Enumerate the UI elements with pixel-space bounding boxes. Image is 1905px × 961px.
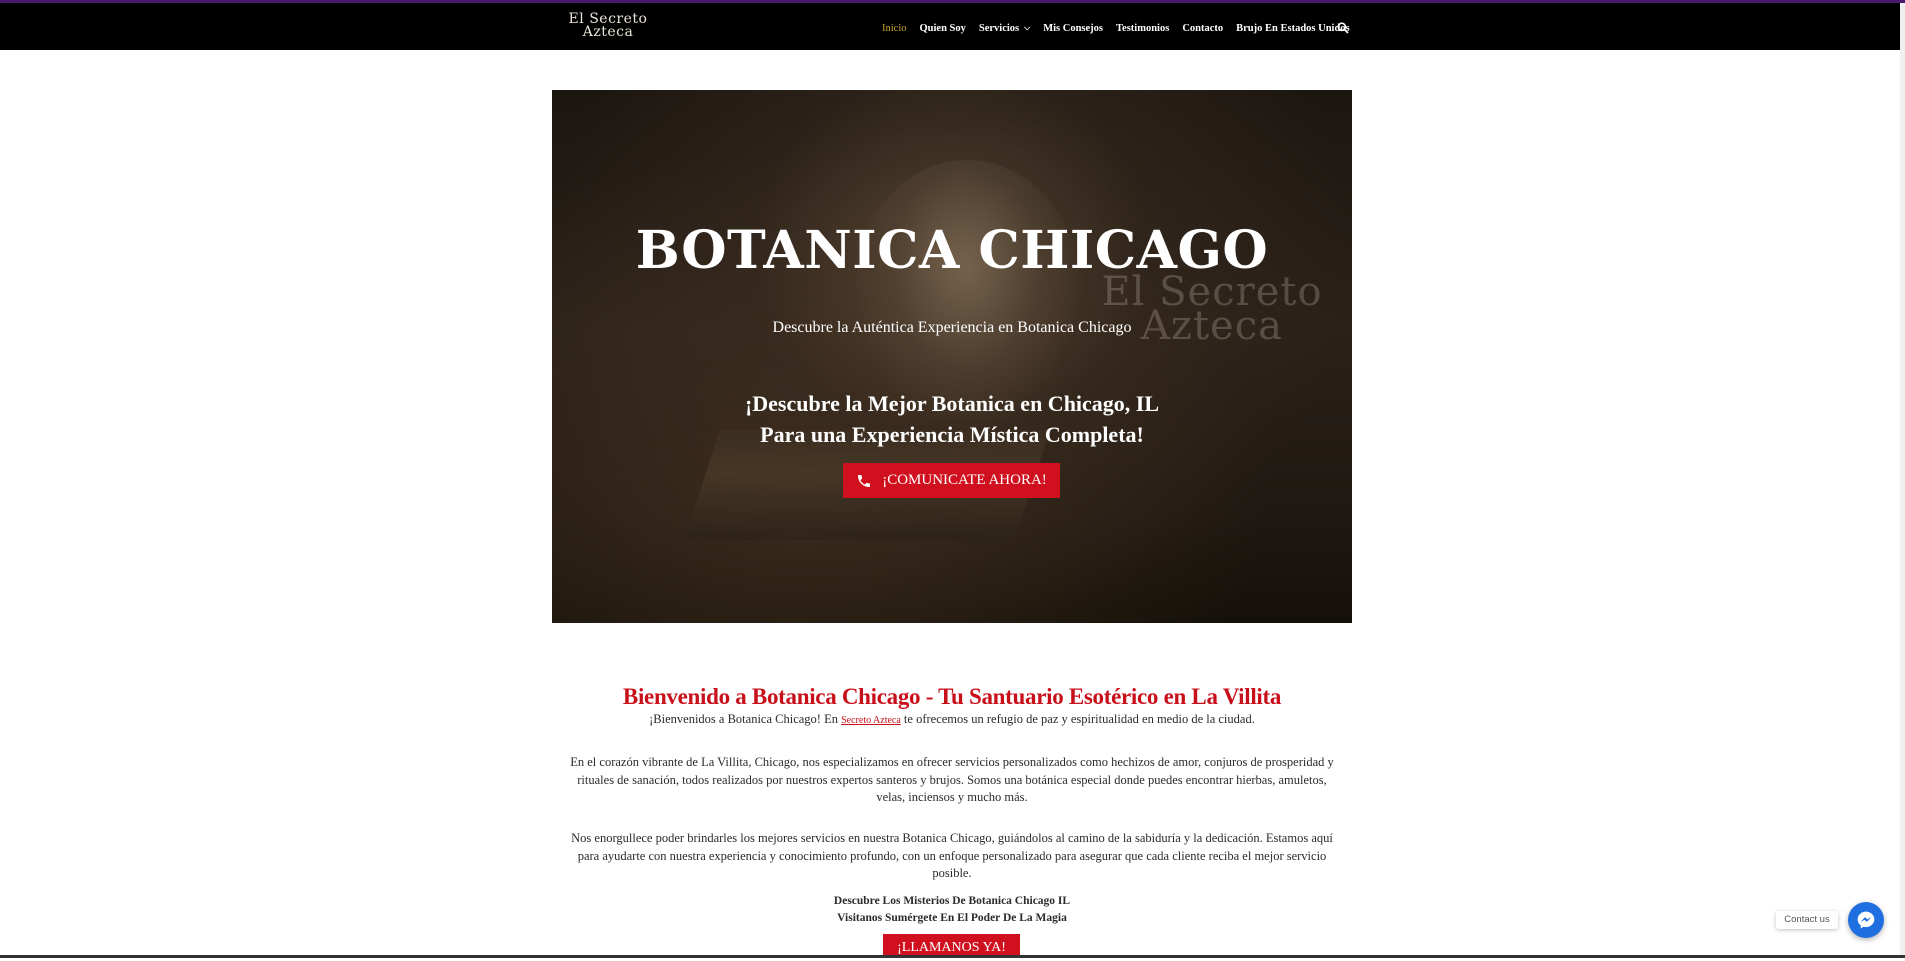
- contact-now-label: ¡COMUNICATE AHORA!: [882, 472, 1047, 488]
- welcome-paragraph-1: ¡Bienvenidos a Botanica Chicago! En Secr…: [570, 711, 1334, 730]
- hero-title: BOTANICA CHICAGO: [635, 220, 1269, 281]
- hero-tagline: ¡Descubre la Mejor Botanica en Chicago, …: [552, 388, 1352, 450]
- contact-now-button[interactable]: ¡COMUNICATE AHORA!: [843, 463, 1060, 498]
- secreto-azteca-link[interactable]: Secreto Azteca: [841, 715, 901, 726]
- site-header: El Secreto Azteca Inicio Quien Soy Servi…: [0, 3, 1905, 50]
- nav-item-inicio[interactable]: Inicio: [882, 23, 907, 34]
- nav-item-mis-consejos[interactable]: Mis Consejos: [1043, 23, 1103, 34]
- chevron-down-icon: ⌵: [1024, 22, 1031, 32]
- welcome-paragraph-3: Nos enorgullece poder brindarles los mej…: [571, 831, 1333, 880]
- messenger-icon: [1857, 911, 1875, 929]
- hero-tagline-line-1: ¡Descubre la Mejor Botanica en Chicago, …: [744, 391, 1160, 416]
- logo-line-2: Azteca: [582, 24, 634, 40]
- main-nav: Inicio Quien Soy Servicios ⌵ Mis Consejos…: [882, 21, 1363, 35]
- p1-before: ¡Bienvenidos a Botanica Chicago! En: [649, 712, 842, 726]
- welcome-heading: Bienvenido a Botanica Chicago - Tu Santu…: [622, 684, 1282, 710]
- welcome-paragraph-4: Descubre Los Misterios De Botanica Chica…: [570, 893, 1334, 927]
- search-icon[interactable]: [1337, 21, 1351, 35]
- nav-item-servicios[interactable]: Servicios ⌵: [979, 23, 1030, 34]
- p4-line-1: Descubre Los Misterios De Botanica Chica…: [833, 895, 1071, 907]
- hero-tagline-line-2: Para una Experiencia Mística Completa!: [760, 422, 1144, 447]
- site-logo[interactable]: El Secreto Azteca: [560, 12, 656, 43]
- p1-after: te ofrecemos un refugio de paz y espirit…: [900, 712, 1255, 726]
- nav-item-servicios-label: Servicios: [978, 22, 1020, 34]
- p4-line-2: Visitanos Sumérgete En El Poder De La Ma…: [837, 912, 1067, 924]
- phone-icon: [858, 474, 871, 487]
- hero-subtitle: Descubre la Auténtica Experiencia en Bot…: [772, 319, 1132, 336]
- nav-item-brujo[interactable]: Brujo En Estados Unidos: [1236, 23, 1350, 34]
- nav-item-quien-soy[interactable]: Quien Soy: [920, 23, 966, 34]
- nav-item-contacto[interactable]: Contacto: [1182, 23, 1223, 34]
- messenger-button[interactable]: [1848, 902, 1884, 938]
- welcome-paragraph-2: En el corazón vibrante de La Villita, Ch…: [570, 755, 1334, 804]
- contact-us-label[interactable]: Contact us: [1776, 911, 1838, 929]
- scrollbar[interactable]: [1900, 3, 1905, 955]
- hero-banner: El Secreto Azteca BOTANICA CHICAGO Descu…: [552, 90, 1352, 623]
- nav-item-testimonios[interactable]: Testimonios: [1116, 23, 1169, 34]
